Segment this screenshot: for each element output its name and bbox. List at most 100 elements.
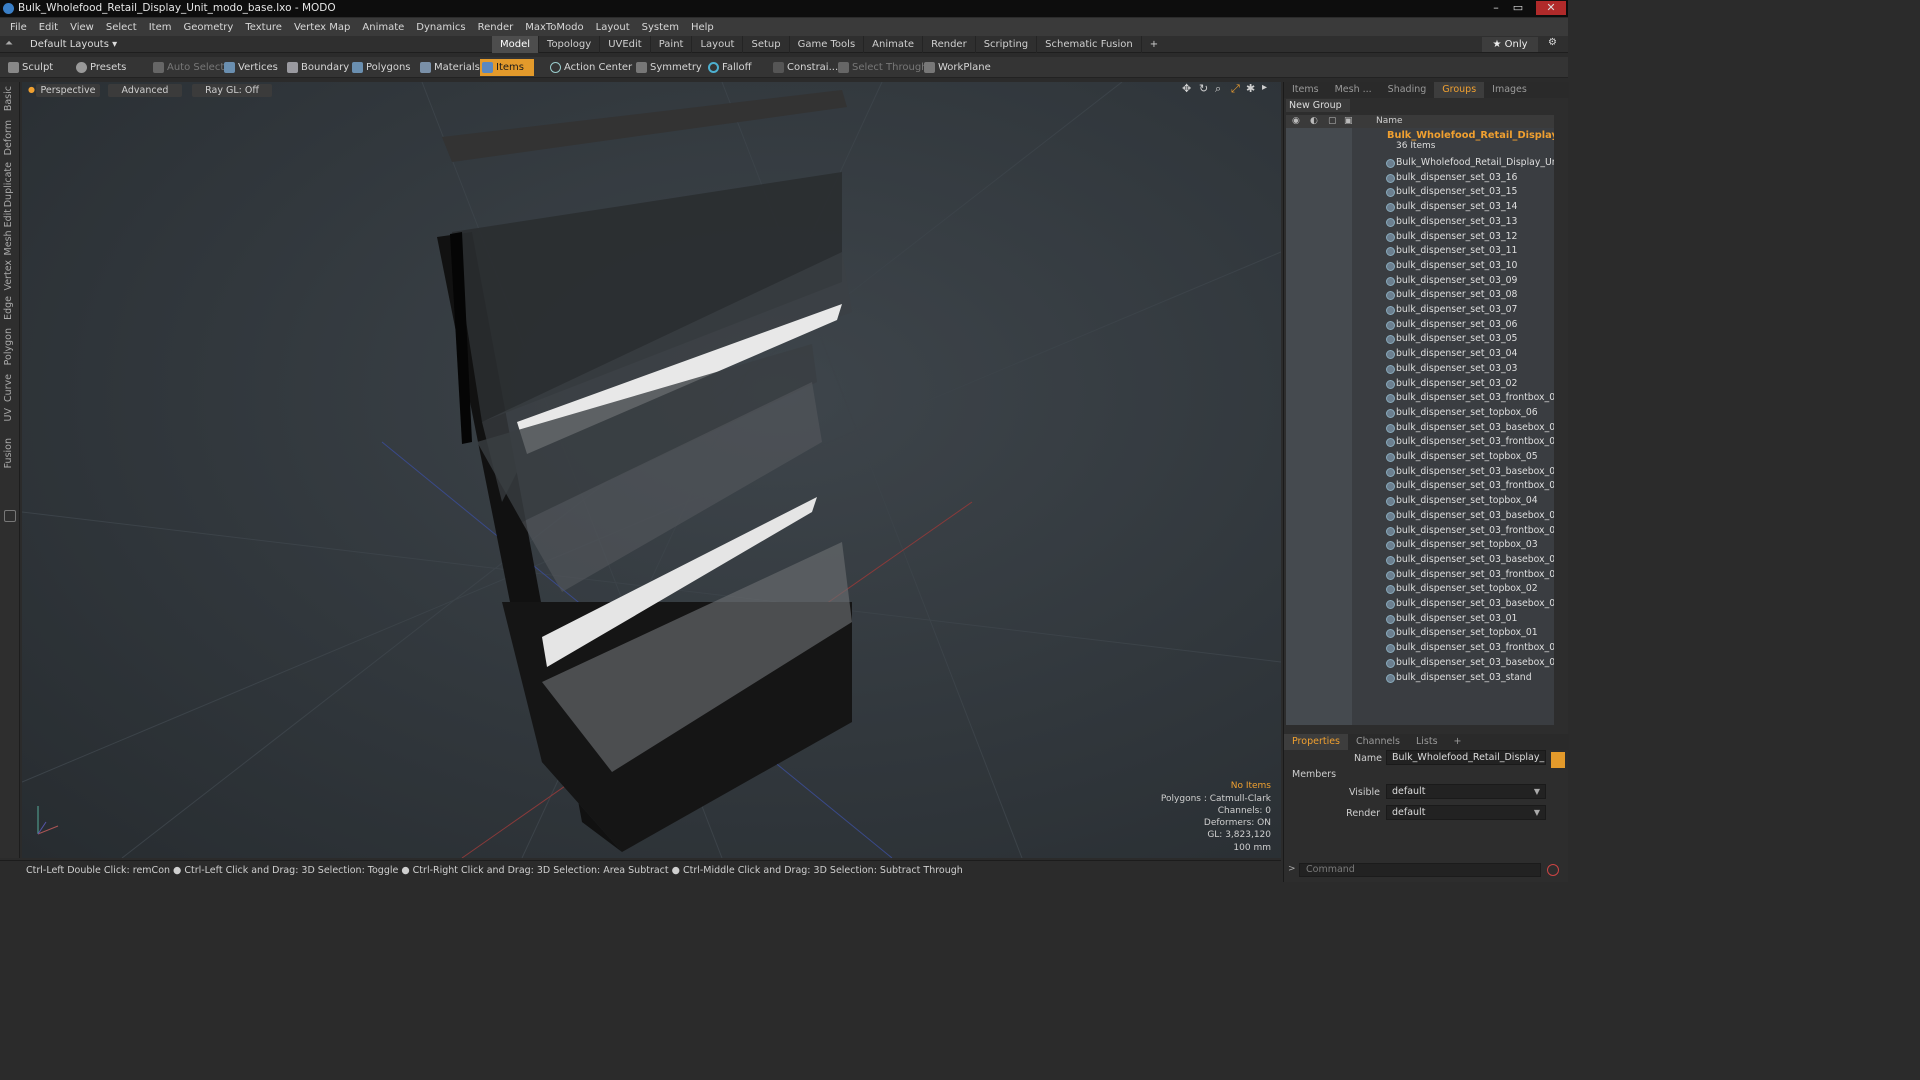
list-item[interactable]: bulk_dispenser_set_03_frontbox_02 <box>1286 568 1554 583</box>
list-item[interactable]: bulk_dispenser_set_03_frontbox_04 <box>1286 479 1554 494</box>
list-item[interactable]: bulk_dispenser_set_03_11 <box>1286 244 1554 259</box>
list-item[interactable]: bulk_dispenser_set_03_01 <box>1286 612 1554 627</box>
list-item[interactable]: bulk_dispenser_set_03_03 <box>1286 362 1554 377</box>
tab-fusion[interactable]: Fusion <box>3 438 14 468</box>
rotate-icon[interactable]: ↻ <box>1199 82 1208 95</box>
symmetry-button[interactable]: Symmetry <box>634 59 702 76</box>
members-section[interactable]: Members <box>1292 769 1336 780</box>
tab-groups[interactable]: Groups <box>1434 82 1485 98</box>
minimize-button[interactable]: – <box>1486 1 1506 15</box>
close-button[interactable]: ✕ <box>1536 1 1566 15</box>
tab-mesh-edit[interactable]: Mesh Edit <box>3 209 14 255</box>
tab-animate[interactable]: Animate <box>864 36 924 53</box>
tab-deform[interactable]: Deform <box>3 120 14 155</box>
vertices-button[interactable]: Vertices <box>222 59 278 76</box>
list-item[interactable]: bulk_dispenser_set_03_09 <box>1286 274 1554 289</box>
expand-icon[interactable]: ▸ <box>1262 82 1267 93</box>
default-layouts-dropdown[interactable]: Default Layouts ▾ <box>30 36 117 53</box>
list-item[interactable]: bulk_dispenser_set_03_07 <box>1286 303 1554 318</box>
menu-file[interactable]: File <box>4 22 33 33</box>
list-item[interactable]: bulk_dispenser_set_topbox_03 <box>1286 538 1554 553</box>
list-item[interactable]: bulk_dispenser_set_03_15 <box>1286 185 1554 200</box>
list-item[interactable]: bulk_dispenser_set_03_frontbox_05 <box>1286 435 1554 450</box>
tab-game-tools[interactable]: Game Tools <box>790 36 865 53</box>
list-item[interactable]: bulk_dispenser_set_03_04 <box>1286 347 1554 362</box>
menu-help[interactable]: Help <box>685 22 720 33</box>
menu-texture[interactable]: Texture <box>239 22 288 33</box>
tab-channels[interactable]: Channels <box>1348 734 1408 750</box>
list-item[interactable]: bulk_dispenser_set_03_16 <box>1286 171 1554 186</box>
tab-render[interactable]: Render <box>923 36 976 53</box>
list-item[interactable]: bulk_dispenser_set_03_basebox_03 <box>1286 553 1554 568</box>
list-item[interactable]: bulk_dispenser_set_03_12 <box>1286 230 1554 245</box>
tab-properties[interactable]: Properties <box>1284 734 1349 750</box>
menu-maxtomodo[interactable]: MaxToModo <box>519 22 589 33</box>
list-item[interactable]: bulk_dispenser_set_03_05 <box>1286 332 1554 347</box>
menu-system[interactable]: System <box>636 22 685 33</box>
list-item[interactable]: bulk_dispenser_set_03_basebox_02 <box>1286 597 1554 612</box>
panel-toggle-icon[interactable] <box>4 510 16 522</box>
tab-model[interactable]: Model <box>492 36 540 53</box>
presets-button[interactable]: Presets <box>74 59 126 76</box>
shading-advanced-button[interactable]: Advanced <box>108 84 182 97</box>
menu-select[interactable]: Select <box>100 22 143 33</box>
list-item[interactable]: bulk_dispenser_set_03_frontbox_03 <box>1286 524 1554 539</box>
items-button[interactable]: Items <box>480 59 534 76</box>
tab-polygon[interactable]: Polygon <box>3 328 14 365</box>
tab-lists[interactable]: Lists <box>1408 734 1446 750</box>
add-tab-button[interactable]: + <box>1446 734 1470 750</box>
tab-shading[interactable]: Shading <box>1380 82 1435 98</box>
tab-images[interactable]: Images <box>1484 82 1535 98</box>
select-through-button[interactable]: Select Through <box>836 59 928 76</box>
new-group-button[interactable]: New Group <box>1286 99 1350 112</box>
list-item[interactable]: bulk_dispenser_set_03_13 <box>1286 215 1554 230</box>
list-item[interactable]: bulk_dispenser_set_topbox_02 <box>1286 582 1554 597</box>
gear-icon[interactable]: ⚙ <box>1548 37 1557 48</box>
tab-schematic-fusion[interactable]: Schematic Fusion <box>1037 36 1142 53</box>
tab-duplicate[interactable]: Duplicate <box>3 162 14 207</box>
menu-layout[interactable]: Layout <box>590 22 636 33</box>
menu-item[interactable]: Item <box>143 22 178 33</box>
options-icon[interactable] <box>1551 752 1565 768</box>
tab-basic[interactable]: Basic <box>3 86 14 111</box>
list-item[interactable]: bulk_dispenser_set_topbox_01 <box>1286 626 1554 641</box>
list-item[interactable]: bulk_dispenser_set_03_basebox_06 <box>1286 421 1554 436</box>
menu-geometry[interactable]: Geometry <box>177 22 239 33</box>
list-item[interactable]: bulk_dispenser_set_03_stand <box>1286 671 1554 686</box>
tab-setup[interactable]: Setup <box>743 36 790 53</box>
constraints-button[interactable]: Constrai... <box>771 59 838 76</box>
list-item[interactable]: bulk_dispenser_set_03_basebox_04 <box>1286 509 1554 524</box>
list-item[interactable]: bulk_dispenser_set_03_frontbox_06 <box>1286 391 1554 406</box>
tab-items[interactable]: Items <box>1284 82 1327 98</box>
list-item[interactable]: bulk_dispenser_set_03_08 <box>1286 288 1554 303</box>
list-item[interactable]: bulk_dispenser_set_03_14 <box>1286 200 1554 215</box>
menu-animate[interactable]: Animate <box>356 22 410 33</box>
menu-view[interactable]: View <box>64 22 100 33</box>
falloff-button[interactable]: Falloff <box>706 59 752 76</box>
pan-icon[interactable]: ✥ <box>1182 82 1191 95</box>
tab-topology[interactable]: Topology <box>539 36 601 53</box>
tab-uv[interactable]: UV <box>3 408 14 421</box>
3d-viewport[interactable]: ● Perspective Advanced Ray GL: Off ✥ ↻ ⌕… <box>22 82 1281 858</box>
maximize-button[interactable]: ▭ <box>1508 1 1528 15</box>
render-dropdown[interactable]: default ▼ <box>1386 805 1546 820</box>
raygl-button[interactable]: Ray GL: Off <box>192 84 272 97</box>
tab-scripting[interactable]: Scripting <box>976 36 1038 53</box>
list-item[interactable]: bulk_dispenser_set_03_02 <box>1286 377 1554 392</box>
list-item[interactable]: bulk_dispenser_set_03_basebox_05 <box>1286 465 1554 480</box>
sculpt-button[interactable]: Sculpt <box>6 59 53 76</box>
list-item[interactable]: bulk_dispenser_set_03_10 <box>1286 259 1554 274</box>
workplane-button[interactable]: WorkPlane <box>922 59 991 76</box>
menu-dynamics[interactable]: Dynamics <box>410 22 471 33</box>
add-tab-button[interactable]: + <box>1142 36 1166 53</box>
record-icon[interactable] <box>1547 864 1559 876</box>
list-item[interactable]: bulk_dispenser_set_topbox_05 <box>1286 450 1554 465</box>
list-item[interactable]: bulk_dispenser_set_topbox_06 <box>1286 406 1554 421</box>
materials-button[interactable]: Materials <box>418 59 480 76</box>
auto-select-button[interactable]: Auto Select <box>151 59 224 76</box>
list-item[interactable]: bulk_dispenser_set_03_frontbox_01 <box>1286 641 1554 656</box>
tab-vertex[interactable]: Vertex <box>3 260 14 291</box>
menu-render[interactable]: Render <box>472 22 520 33</box>
command-input[interactable]: Command <box>1299 863 1541 877</box>
menu-edit[interactable]: Edit <box>33 22 64 33</box>
